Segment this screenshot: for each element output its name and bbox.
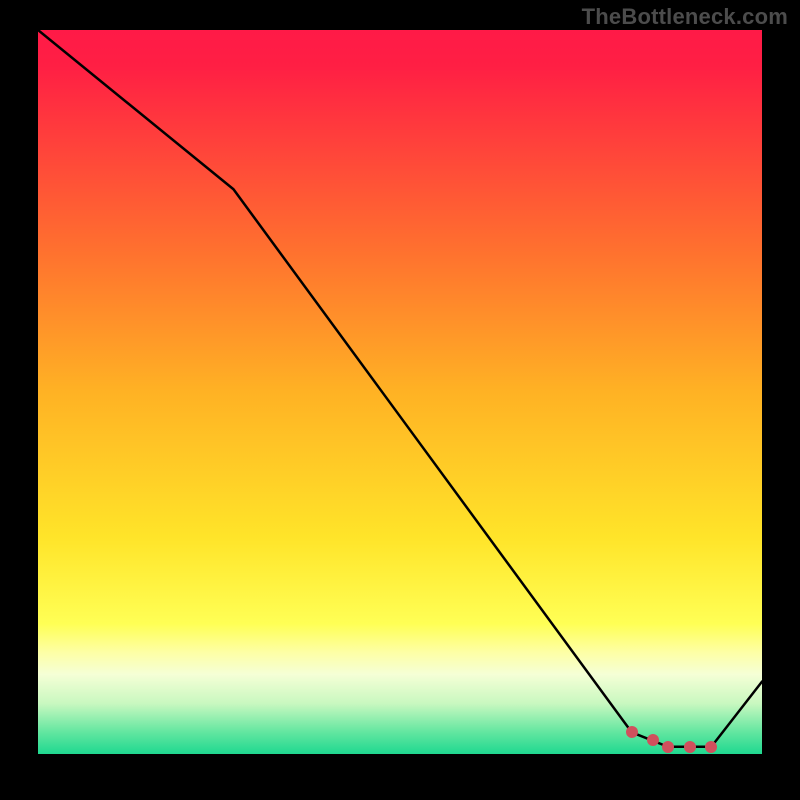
highlight-marker (705, 741, 717, 753)
chart-frame: TheBottleneck.com (0, 0, 800, 800)
highlight-marker (662, 741, 674, 753)
watermark-text: TheBottleneck.com (582, 4, 788, 30)
highlight-marker (647, 734, 659, 746)
plot-area (38, 30, 762, 754)
highlight-marker (684, 741, 696, 753)
plot-svg (38, 30, 762, 754)
highlight-marker (626, 726, 638, 738)
gradient-background (38, 30, 762, 754)
